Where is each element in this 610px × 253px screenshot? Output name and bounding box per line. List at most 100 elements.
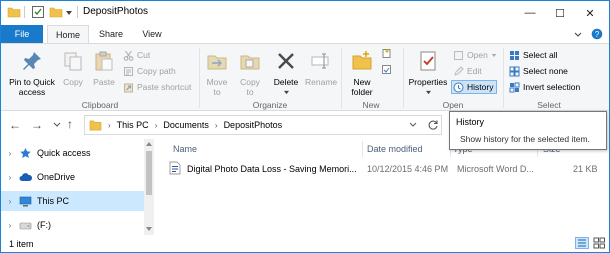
tab-share[interactable]: Share <box>91 25 131 43</box>
copy-to-button[interactable]: Copy to <box>235 50 265 97</box>
invert-selection-icon <box>509 82 520 92</box>
copy-label: Copy <box>63 77 83 87</box>
clipboard-group-label: Clipboard <box>81 100 119 110</box>
history-icon <box>453 82 464 92</box>
invert-selection-button[interactable]: Invert selection <box>509 80 580 94</box>
nav-item-onedrive[interactable]: › OneDrive <box>1 167 144 187</box>
copy-path-label: Copy path <box>137 66 176 76</box>
paste-shortcut-label: Paste shortcut <box>137 82 192 92</box>
delete-x-icon <box>278 53 294 69</box>
move-to-icon <box>207 55 227 70</box>
file-date: 10/12/2015 4:46 PM <box>367 164 449 174</box>
rename-button[interactable]: Rename <box>305 50 337 87</box>
open-button[interactable]: Open <box>453 48 497 62</box>
copy-button[interactable]: Copy <box>59 50 87 87</box>
cut-button[interactable]: Cut <box>123 48 150 62</box>
tab-view[interactable]: View <box>133 25 171 43</box>
new-folder-quick-icon[interactable] <box>49 5 63 19</box>
customize-toolbar-icon[interactable] <box>65 10 73 16</box>
nav-item-label: OneDrive <box>37 172 76 182</box>
select-all-button[interactable]: Select all <box>509 48 558 62</box>
breadcrumb-this-pc[interactable]: This PC <box>117 120 149 130</box>
forward-arrow-icon[interactable]: → <box>31 118 43 132</box>
column-separator[interactable] <box>362 141 363 157</box>
svg-text:?: ? <box>595 30 600 39</box>
nav-item-quick-access[interactable]: › Quick access <box>1 143 144 163</box>
properties-label: Properties <box>408 77 448 87</box>
edit-button[interactable]: Edit <box>453 64 482 78</box>
divider <box>24 6 25 18</box>
expand-icon[interactable]: › <box>1 197 19 206</box>
maximize-button[interactable]: ☐ <box>545 1 575 25</box>
breadcrumb-separator: › <box>154 120 158 130</box>
nav-scrollbar[interactable] <box>144 139 154 235</box>
scroll-up-icon[interactable] <box>146 141 152 146</box>
recent-locations-icon[interactable] <box>53 122 61 128</box>
copy-to-label: Copy to <box>240 77 260 97</box>
scroll-thumb[interactable] <box>146 151 152 195</box>
chevron-down-icon <box>491 53 497 57</box>
new-folder-button[interactable]: New folder <box>345 50 379 97</box>
history-button[interactable]: History <box>451 80 498 94</box>
pin-label: Pin to Quick access <box>9 77 55 97</box>
file-type: Microsoft Word D... <box>457 164 534 174</box>
properties-button[interactable]: Properties <box>407 50 449 97</box>
paste-shortcut-button[interactable]: Paste shortcut <box>123 80 191 94</box>
select-none-icon <box>509 66 520 76</box>
expand-icon[interactable]: › <box>1 173 19 182</box>
edit-icon <box>454 65 464 76</box>
help-icon[interactable]: ? <box>591 28 603 40</box>
copy-to-icon <box>240 55 260 70</box>
new-item-icon[interactable] <box>381 48 392 59</box>
expand-icon[interactable]: › <box>1 221 19 230</box>
paste-icon <box>95 51 113 71</box>
tooltip-title: History <box>456 117 485 127</box>
up-arrow-icon[interactable]: ↑ <box>67 117 73 131</box>
pin-to-quick-access-button[interactable]: Pin to Quick access <box>5 50 59 97</box>
properties-check-icon[interactable] <box>31 5 45 19</box>
chevron-down-icon <box>425 90 431 95</box>
tooltip-description: Show history for the selected item. <box>460 134 590 144</box>
nav-item-drive-f[interactable]: › (F:) <box>1 215 144 235</box>
details-view-icon[interactable] <box>575 237 589 249</box>
tab-home[interactable]: Home <box>47 25 89 43</box>
folder-icon <box>89 120 102 131</box>
edit-label: Edit <box>467 66 482 76</box>
star-icon <box>20 147 31 158</box>
cloud-icon <box>19 172 32 181</box>
delete-button[interactable]: Delete <box>269 50 303 97</box>
select-all-icon <box>510 50 519 60</box>
minimize-button[interactable]: — <box>515 1 545 25</box>
move-to-button[interactable]: Move to <box>201 50 233 97</box>
paste-button[interactable]: Paste <box>89 50 119 87</box>
ribbon: Pin to Quick access Copy Paste Cut Copy … <box>1 43 609 111</box>
column-header-name[interactable]: Name <box>173 141 197 157</box>
close-button[interactable]: ✕ <box>575 1 605 25</box>
collapse-ribbon-icon[interactable] <box>573 29 583 39</box>
expand-icon[interactable]: › <box>1 149 19 158</box>
refresh-icon[interactable] <box>427 119 439 131</box>
open-group-label: Open <box>442 100 464 110</box>
copy-path-button[interactable]: Copy path <box>123 64 176 78</box>
table-row[interactable]: Digital Photo Data Loss - Saving Memori.… <box>167 159 605 177</box>
easy-access-icon[interactable] <box>381 64 392 75</box>
tab-file[interactable]: File <box>1 25 43 43</box>
nav-item-label: This PC <box>37 196 70 206</box>
back-arrow-icon[interactable]: ← <box>9 118 21 132</box>
breadcrumb-documents[interactable]: Documents <box>163 120 209 130</box>
invert-selection-label: Invert selection <box>523 82 581 92</box>
scissors-icon <box>123 50 134 61</box>
address-dropdown-icon[interactable] <box>409 122 417 128</box>
group-separator <box>503 48 504 108</box>
column-header-date-modified[interactable]: Date modified <box>367 141 423 157</box>
ribbon-tabs: File Home Share View ? <box>1 25 609 43</box>
select-none-button[interactable]: Select none <box>509 64 568 78</box>
nav-item-this-pc[interactable]: › This PC <box>1 191 144 211</box>
properties-icon <box>420 51 436 71</box>
address-bar[interactable]: › This PC › Documents › DepositPhotos <box>84 115 442 135</box>
breadcrumb-depositphotos[interactable]: DepositPhotos <box>224 120 283 130</box>
large-icons-view-icon[interactable] <box>593 237 606 249</box>
new-folder-label: New folder <box>351 77 373 97</box>
select-none-label: Select none <box>523 66 568 76</box>
scroll-down-icon[interactable] <box>146 227 152 232</box>
